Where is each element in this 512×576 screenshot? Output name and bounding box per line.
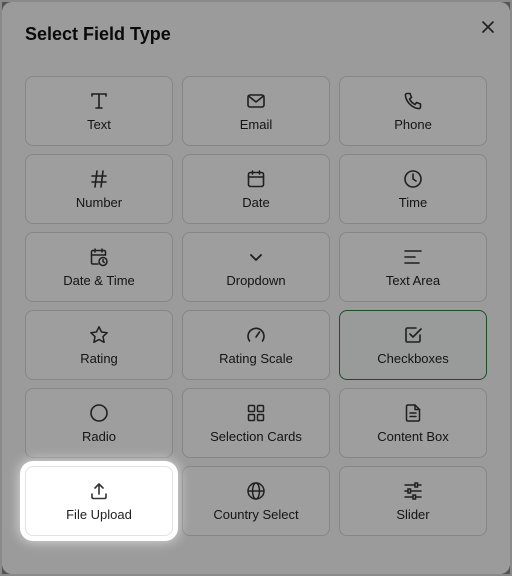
- field-type-selection-cards[interactable]: Selection Cards: [182, 388, 330, 458]
- field-type-email[interactable]: Email: [182, 76, 330, 146]
- text-lines-icon: [403, 246, 423, 268]
- grid-icon: [246, 402, 266, 424]
- close-icon: [482, 21, 494, 33]
- field-type-label: Email: [239, 117, 273, 132]
- dialog-title: Select Field Type: [25, 24, 171, 44]
- field-type-phone[interactable]: Phone: [339, 76, 487, 146]
- field-type-label: Slider: [396, 507, 430, 522]
- field-type-file-upload[interactable]: File Upload: [25, 466, 173, 536]
- field-type-label: Date: [242, 195, 270, 210]
- hash-icon: [89, 168, 109, 190]
- phone-icon: [403, 90, 423, 112]
- field-type-label: Dropdown: [226, 273, 286, 288]
- field-type-label: Rating: [80, 351, 118, 366]
- field-type-label: Number: [75, 195, 123, 210]
- field-type-rating[interactable]: Rating: [25, 310, 173, 380]
- field-type-date[interactable]: Date: [182, 154, 330, 224]
- globe-icon: [246, 480, 266, 502]
- calendar-icon: [246, 168, 266, 190]
- field-type-time[interactable]: Time: [339, 154, 487, 224]
- field-type-number[interactable]: Number: [25, 154, 173, 224]
- upload-icon: [89, 480, 109, 502]
- chevron-down-icon: [246, 246, 266, 268]
- field-type-date-time[interactable]: Date & Time: [25, 232, 173, 302]
- field-type-label: Time: [398, 195, 428, 210]
- star-icon: [89, 324, 109, 346]
- close-button[interactable]: [477, 16, 499, 38]
- field-type-label: Phone: [394, 117, 432, 132]
- field-type-label: Radio: [82, 429, 116, 444]
- field-type-checkboxes[interactable]: Checkboxes: [339, 310, 487, 380]
- calendar-clock-icon: [89, 246, 109, 268]
- field-type-dropdown[interactable]: Dropdown: [182, 232, 330, 302]
- gauge-icon: [246, 324, 266, 346]
- field-type-slider[interactable]: Slider: [339, 466, 487, 536]
- document-icon: [403, 402, 423, 424]
- field-type-label: Rating Scale: [219, 351, 293, 366]
- field-type-country-select[interactable]: Country Select: [182, 466, 330, 536]
- checkbox-icon: [403, 324, 423, 346]
- circle-icon: [89, 402, 109, 424]
- field-type-rating-scale[interactable]: Rating Scale: [182, 310, 330, 380]
- field-type-text[interactable]: Text: [25, 76, 173, 146]
- field-type-label: Content Box: [377, 429, 449, 444]
- field-type-label: Date & Time: [63, 273, 135, 288]
- select-field-type-dialog: Select Field Type Text Email Phone Numbe…: [2, 2, 510, 574]
- field-type-label: Text: [87, 117, 111, 132]
- field-type-label: Selection Cards: [210, 429, 302, 444]
- field-type-label: Checkboxes: [377, 351, 449, 366]
- field-type-label: File Upload: [66, 507, 132, 522]
- clock-icon: [403, 168, 423, 190]
- field-type-radio[interactable]: Radio: [25, 388, 173, 458]
- field-type-label: Country Select: [213, 507, 299, 522]
- field-type-content-box[interactable]: Content Box: [339, 388, 487, 458]
- envelope-icon: [246, 90, 266, 112]
- sliders-icon: [403, 480, 423, 502]
- text-type-icon: [89, 90, 109, 112]
- field-type-label: Text Area: [385, 273, 441, 288]
- field-type-text-area[interactable]: Text Area: [339, 232, 487, 302]
